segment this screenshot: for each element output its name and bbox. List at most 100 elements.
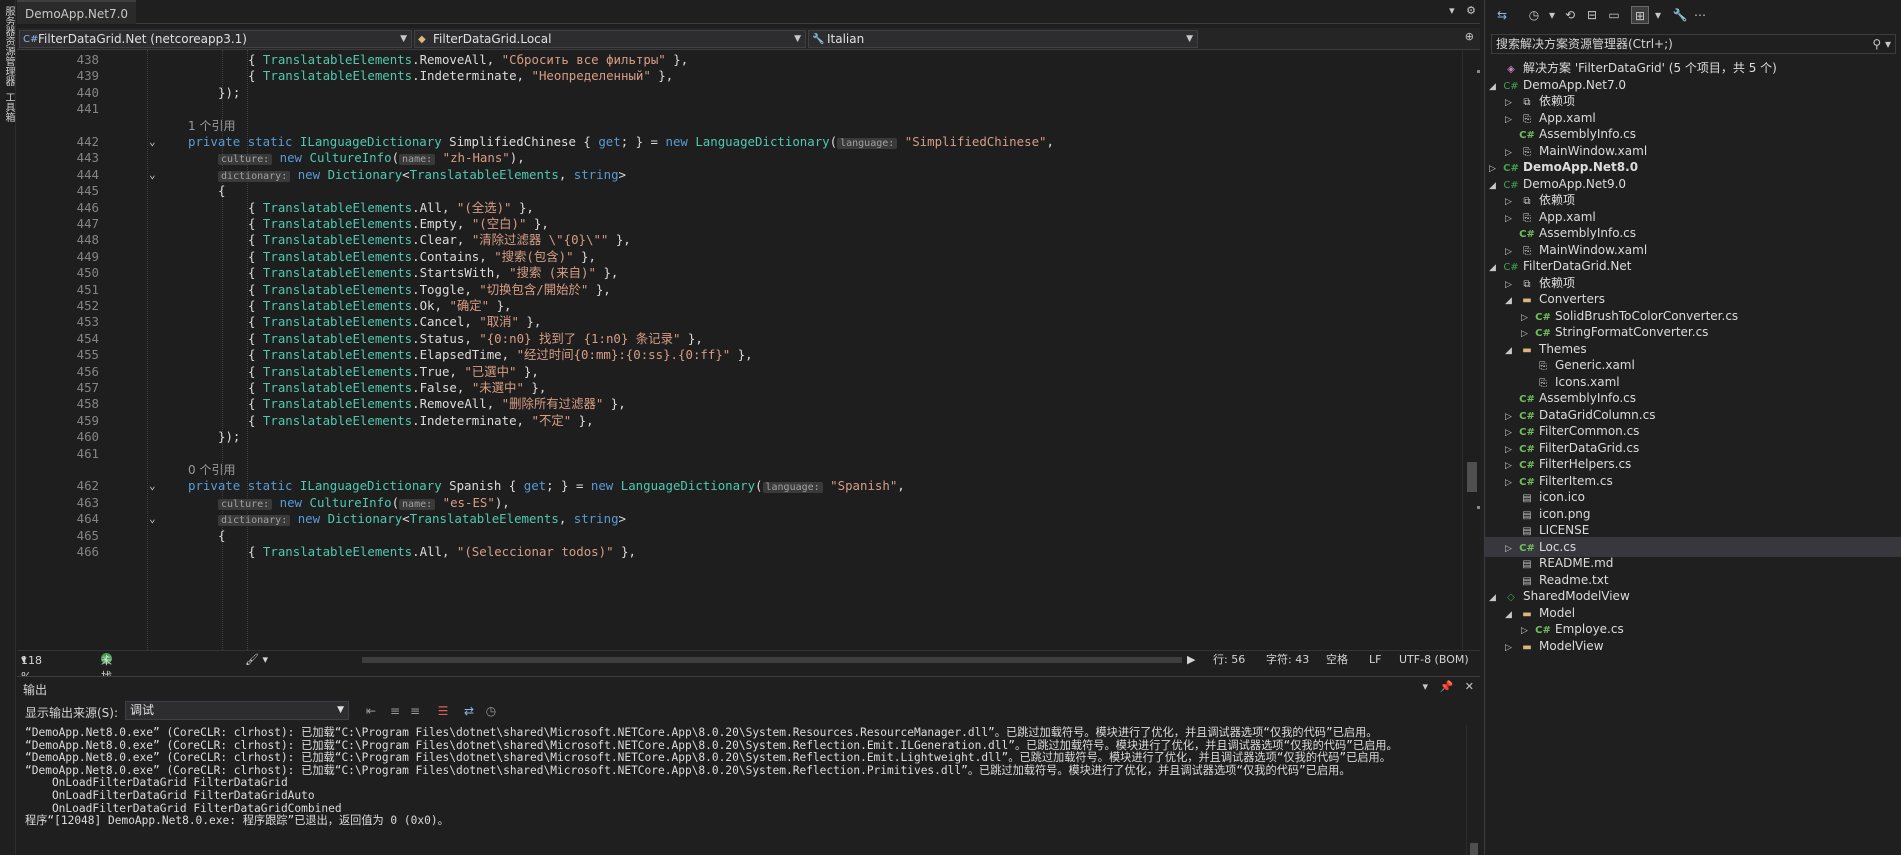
code-token: }, xyxy=(665,52,689,67)
type-name: CultureInfo xyxy=(309,494,392,510)
code-token: { xyxy=(248,330,263,346)
chevron-down-icon: ▼ xyxy=(400,34,407,44)
tree-item-label: StringFormatConverter.cs xyxy=(1555,325,1709,339)
zoom-level[interactable]: 118 % ▾ xyxy=(21,652,42,683)
type-name: Dictionary xyxy=(327,511,403,527)
code-token: , xyxy=(1046,134,1054,149)
eol-indicator[interactable]: LF xyxy=(1369,652,1381,668)
code-token: .Indeterminate, xyxy=(412,68,532,84)
type-name: TranslatableElements xyxy=(262,216,413,231)
sync-icon[interactable]: ⟲ xyxy=(1561,6,1579,24)
split-window-icon[interactable]: ⊕ xyxy=(1465,30,1474,43)
string-literal: "(Seleccionar todos)" xyxy=(456,544,614,559)
tree-item-label: SharedModelView xyxy=(1523,589,1630,603)
chevron-down-icon[interactable]: ▾ xyxy=(1423,680,1429,693)
type-name: TranslatableElements xyxy=(262,412,413,428)
line-indicator[interactable]: 行: 56 xyxy=(1213,652,1245,668)
member-combo[interactable]: 🔧 Italian ▼ xyxy=(808,30,1198,48)
timestamp-icon[interactable]: ◷ xyxy=(483,703,499,719)
code-token: .False, xyxy=(412,380,472,395)
code-token: }); xyxy=(218,84,241,100)
reference-count-link[interactable]: 1 个引用 xyxy=(188,119,235,133)
editor-vertical-scrollbar[interactable] xyxy=(1462,50,1480,650)
string-literal: "Неопределенный" xyxy=(531,68,651,84)
code-token: }, xyxy=(603,396,626,412)
code-token: < xyxy=(402,166,410,182)
server-explorer-tab[interactable]: 服务器资源管理器 xyxy=(1,6,15,86)
switch-views-icon[interactable]: ⇆ xyxy=(1493,6,1511,24)
expand-arrow-icon[interactable]: ▷ xyxy=(1505,638,1519,658)
csharp-project-icon: C# xyxy=(23,34,39,45)
pending-changes-icon[interactable]: ◷ xyxy=(1525,6,1543,24)
pin-icon[interactable]: 📌 xyxy=(1440,680,1454,693)
char-indicator[interactable]: 字符: 43 xyxy=(1266,652,1309,668)
more-icon[interactable]: ⋯ xyxy=(1691,6,1709,24)
code-token: }, xyxy=(613,544,636,559)
chevron-down-icon[interactable]: ▾ xyxy=(1649,6,1667,24)
output-source-label: 显示输出来源(S): xyxy=(25,706,119,720)
tree-item-label: FilterItem.cs xyxy=(1539,473,1613,488)
string-literal: "Сбросить все фильтры" xyxy=(501,52,666,67)
reference-count-link[interactable]: 0 个引用 xyxy=(188,463,235,477)
prev-message-icon[interactable]: ≡ xyxy=(387,703,403,719)
tree-item-label: DemoApp.Net7.0 xyxy=(1523,77,1627,92)
tree-item-label: MainWindow.xaml xyxy=(1539,143,1648,158)
code-token: }, xyxy=(523,380,547,395)
tree-item-label: LICENSE xyxy=(1539,523,1590,537)
keyword: new xyxy=(665,134,688,149)
gear-icon[interactable]: ⚙ xyxy=(1466,4,1476,17)
output-text[interactable]: “DemoApp.Net8.0.exe” (CoreCLR: clrhost):… xyxy=(25,725,1450,855)
scrollbar-thumb[interactable] xyxy=(1467,462,1477,492)
string-literal: "未選中" xyxy=(471,380,524,395)
editor-horizontal-scrollbar[interactable] xyxy=(362,657,1182,663)
code-token: { xyxy=(248,347,263,363)
string-literal: "Spanish" xyxy=(830,478,898,494)
code-text: { TranslatableElements.All, "(Selecciona… xyxy=(248,542,636,562)
tree-item[interactable]: ▷ ▬ ModelView xyxy=(1485,636,1901,656)
string-literal: "切换包含/開始於" xyxy=(479,281,589,297)
search-placeholder: 搜索解决方案资源管理器(Ctrl+;) xyxy=(1496,37,1673,51)
solution-search-input[interactable]: 搜索解决方案资源管理器(Ctrl+;) ⚲ ▾ xyxy=(1491,34,1896,54)
tab-list-dropdown-icon[interactable]: ▾ xyxy=(1449,4,1455,17)
properties-icon[interactable]: 🔧 xyxy=(1671,6,1689,24)
chevron-down-icon[interactable]: ▾ xyxy=(1543,6,1561,24)
show-all-files-icon[interactable]: ▭ xyxy=(1605,6,1623,24)
code-token: , xyxy=(897,478,905,494)
tree-item-label: DemoApp.Net8.0 xyxy=(1523,160,1639,174)
document-tab[interactable]: DemoApp.Net7.0 xyxy=(17,0,137,24)
word-wrap-icon[interactable]: ⇄ xyxy=(461,703,477,719)
code-token: SimplifiedChinese { xyxy=(441,134,599,149)
close-icon[interactable]: ✕ xyxy=(1465,680,1474,693)
next-message-icon[interactable]: ≡ xyxy=(407,703,423,719)
output-source-select[interactable]: 调试 ▼ xyxy=(125,701,349,720)
find-message-icon[interactable]: ⇤ xyxy=(363,703,379,719)
tree-item-label: README.md xyxy=(1539,556,1614,570)
clear-all-icon[interactable]: ☰ xyxy=(435,703,451,719)
type-name: TranslatableElements xyxy=(262,298,413,313)
tree-item-label: 依赖项 xyxy=(1539,193,1576,207)
scroll-right-icon[interactable]: ▶ xyxy=(1187,652,1195,668)
encoding-indicator[interactable]: UTF-8 (BOM) xyxy=(1399,652,1469,668)
output-vertical-scrollbar[interactable] xyxy=(1466,725,1480,855)
code-text-area[interactable]: 438{ TranslatableElements.RemoveAll, "Сб… xyxy=(17,50,1462,650)
search-icon[interactable]: ⚲ ▾ xyxy=(1872,35,1891,53)
folder-icon: ▬ xyxy=(1522,641,1532,653)
code-token: }, xyxy=(516,363,539,379)
class-combo[interactable]: ◆ FilterDataGrid.Local ▼ xyxy=(414,30,806,48)
preview-icon[interactable]: ⊞ xyxy=(1631,6,1649,24)
whitespace-indicator[interactable]: 空格 xyxy=(1326,652,1348,668)
type-name: TranslatableElements xyxy=(262,199,413,215)
brush-icon[interactable]: 🖌 ▾ xyxy=(245,652,268,668)
code-token: }, xyxy=(518,314,542,330)
tree-item-label: ModelView xyxy=(1539,638,1604,653)
project-combo[interactable]: C# FilterDataGrid.Net (netcoreapp3.1) ▼ xyxy=(19,30,412,48)
scroll-marker xyxy=(1477,506,1480,509)
scrollbar-thumb[interactable] xyxy=(1470,843,1478,855)
tree-item-label: AssemblyInfo.cs xyxy=(1539,391,1637,405)
toolbox-tab[interactable]: 工具箱 xyxy=(1,92,15,122)
code-token: ( xyxy=(391,494,400,510)
code-token: }, xyxy=(489,298,512,313)
collapse-all-icon[interactable]: ⊟ xyxy=(1583,6,1601,24)
